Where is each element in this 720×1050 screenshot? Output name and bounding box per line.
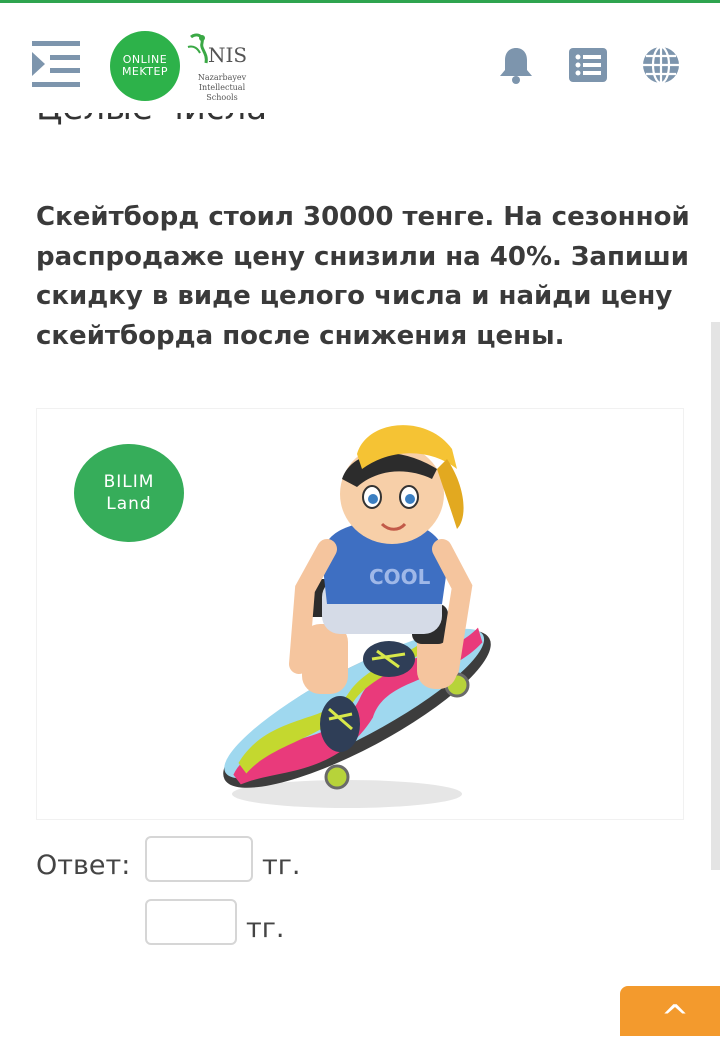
scrollbar[interactable] bbox=[711, 322, 720, 870]
shirt-text: COOL bbox=[369, 565, 431, 589]
nis-subtitle: Nazarbayev Intellectual Schools bbox=[192, 73, 252, 103]
answer-label: Ответ: bbox=[36, 850, 131, 881]
bell-icon[interactable] bbox=[496, 45, 536, 85]
skateboard-illustration: BILIM Land COOL bbox=[36, 408, 684, 820]
list-icon[interactable] bbox=[568, 45, 608, 85]
nis-sub-line: Nazarbayev bbox=[197, 73, 247, 82]
price-unit: тг. bbox=[246, 913, 285, 944]
scroll-up-label: ^ bbox=[660, 998, 690, 1038]
discount-unit: тг. bbox=[262, 850, 301, 881]
nis-sub-line: Schools bbox=[206, 93, 238, 102]
online-mektep-logo[interactable]: ONLINE MEKTEP bbox=[110, 31, 180, 101]
discount-input[interactable] bbox=[145, 836, 253, 882]
question-text: Скейтборд стоил 30000 тенге. На сезонной… bbox=[36, 202, 690, 351]
nis-sub-line: Intellectual bbox=[198, 83, 246, 92]
globe-icon[interactable] bbox=[641, 45, 681, 85]
menu-expand-icon[interactable] bbox=[28, 39, 82, 89]
nis-logo: NIS Nazarbayev Intellectual Schools bbox=[186, 33, 250, 103]
price-input[interactable] bbox=[145, 899, 237, 945]
scroll-up-button[interactable]: ^ bbox=[620, 986, 720, 1038]
logo-mektep-text: MEKTEP bbox=[121, 65, 169, 78]
skater-boy-image: COOL bbox=[223, 425, 491, 808]
nis-title: NIS bbox=[208, 43, 248, 67]
app-header: ONLINE MEKTEP NIS Nazarbayev Intellectua… bbox=[0, 3, 720, 113]
